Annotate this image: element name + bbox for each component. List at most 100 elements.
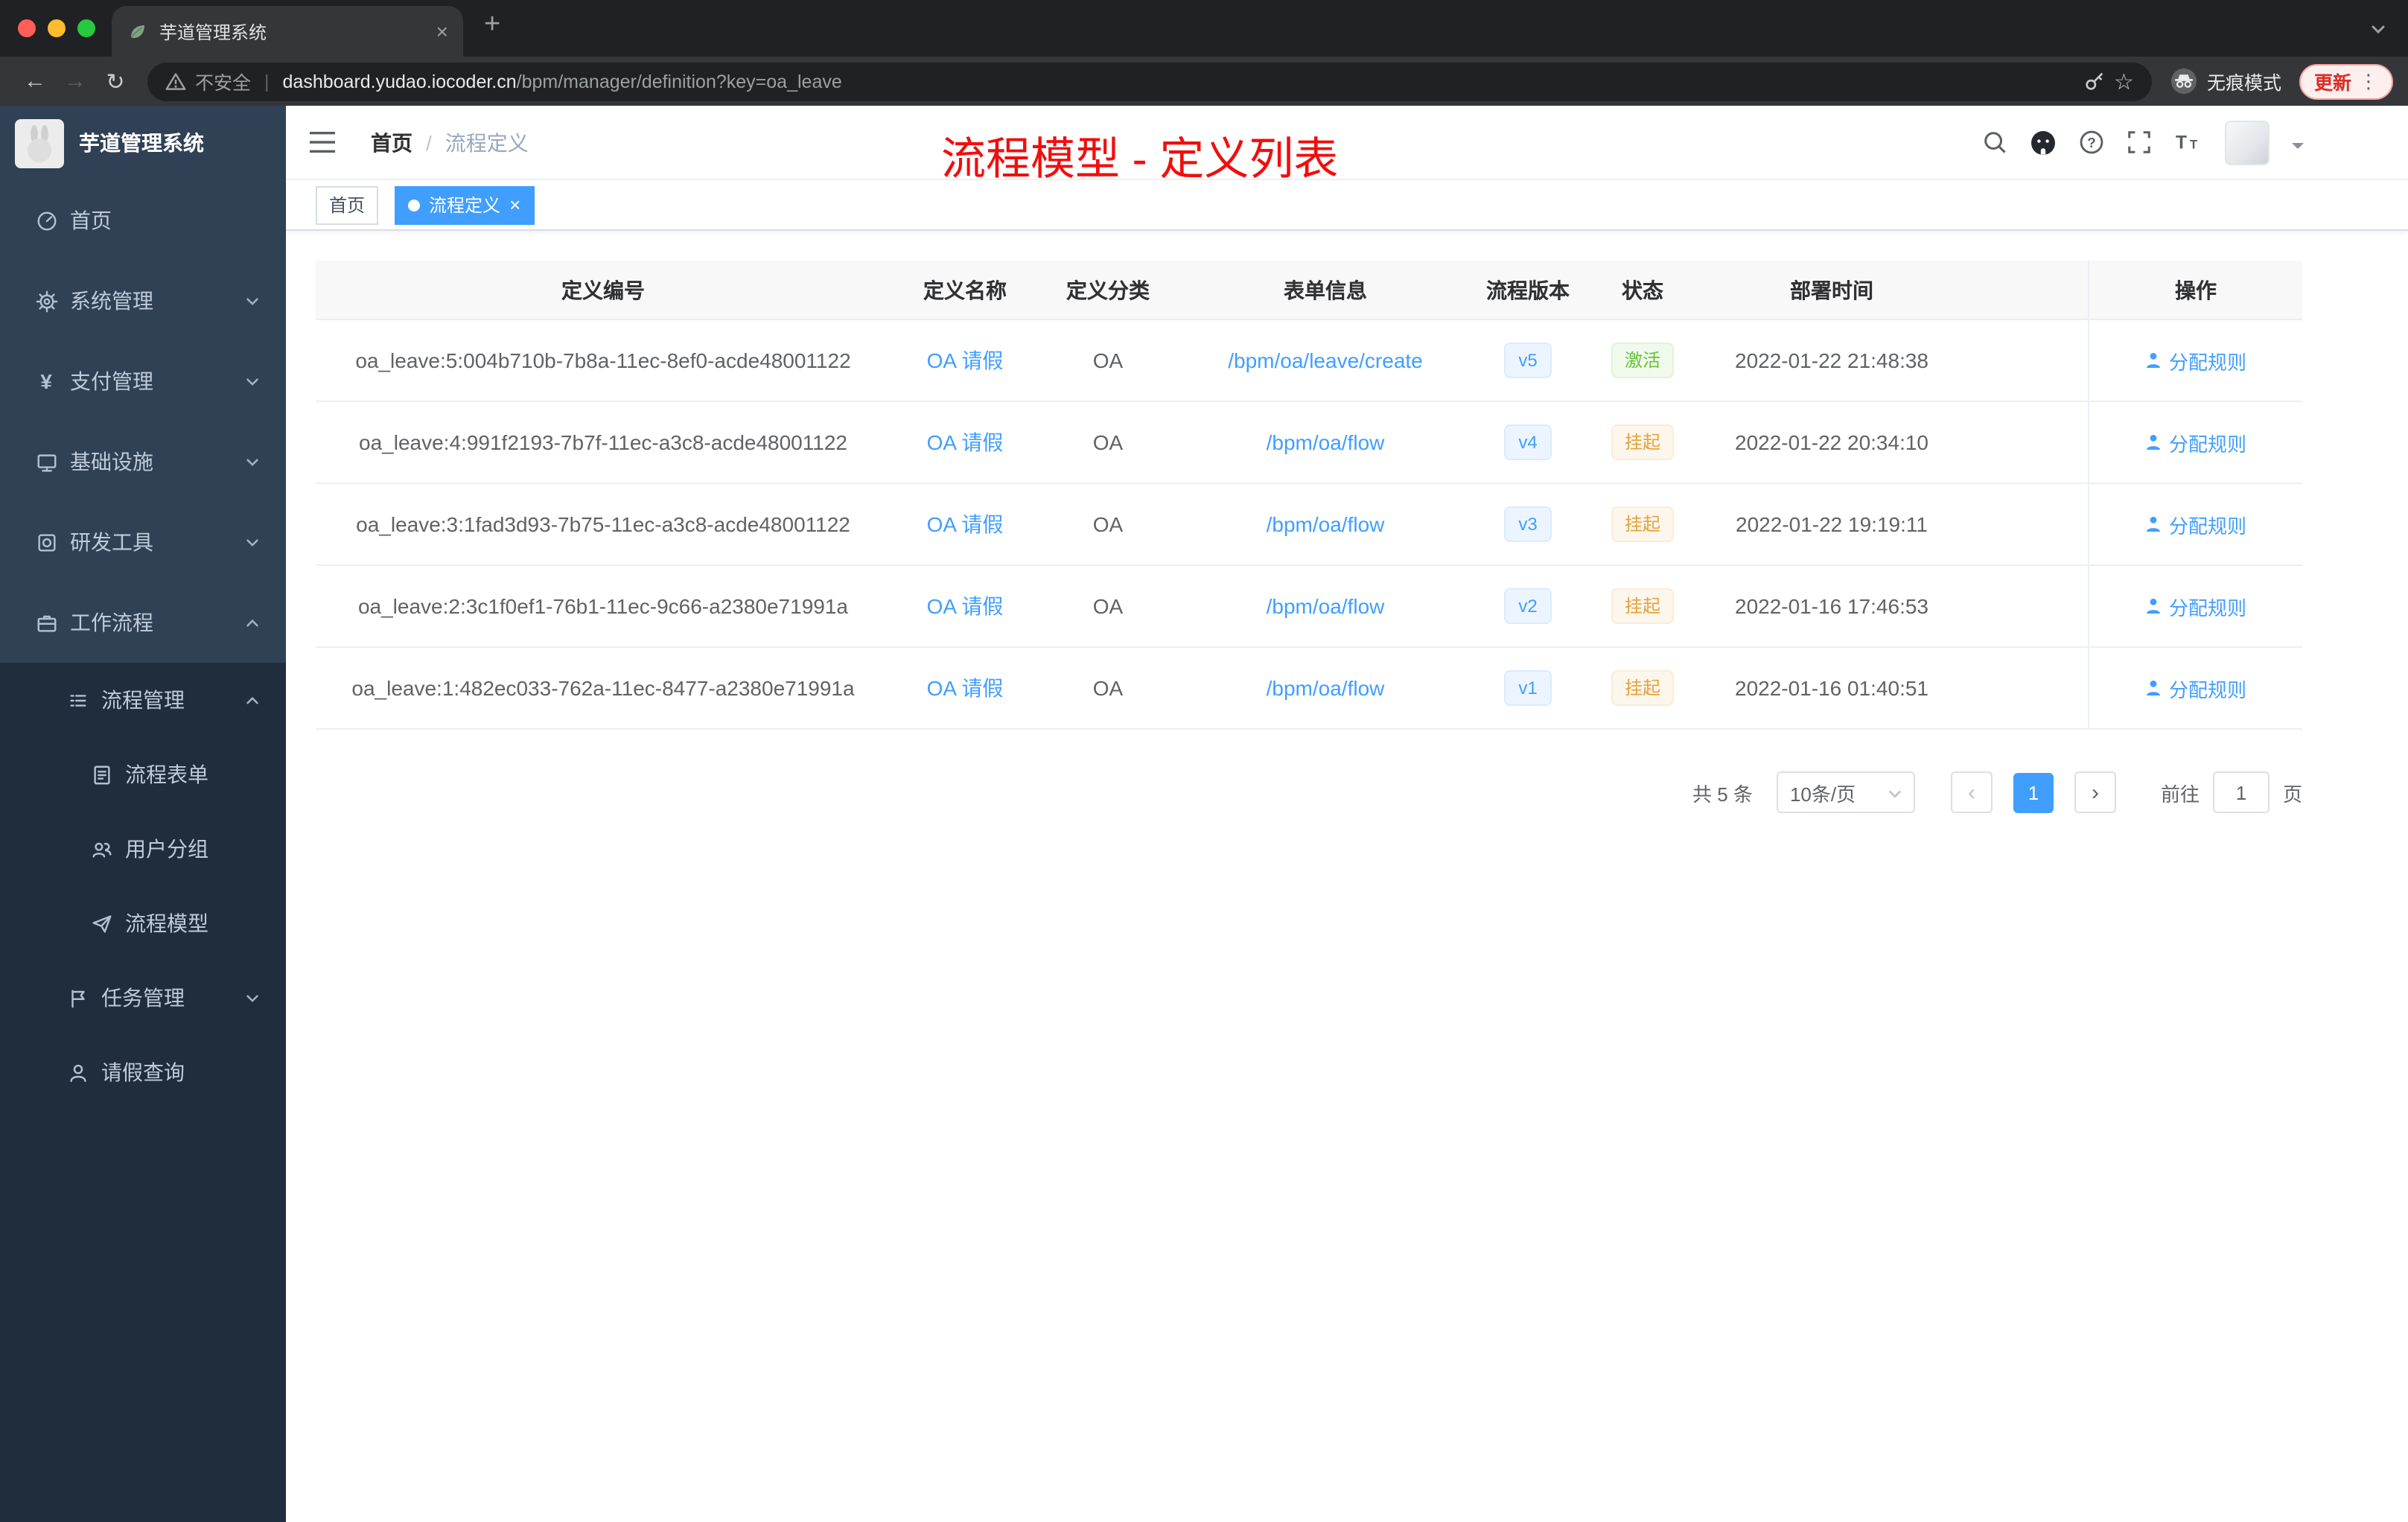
key-icon[interactable] xyxy=(2083,70,2105,92)
form-link[interactable]: /bpm/oa/flow xyxy=(1267,512,1385,536)
reload-button[interactable]: ↻ xyxy=(95,68,136,95)
font-size-icon[interactable]: TT xyxy=(2174,130,2202,155)
column-header: 操作 xyxy=(2088,261,2302,319)
url-host: dashboard.yudao.iocoder.cn xyxy=(282,71,517,92)
sidebar-filler xyxy=(0,1109,286,1522)
goto-label: 前往 xyxy=(2160,783,2200,805)
minimize-window-button[interactable] xyxy=(48,19,66,37)
sidebar-item[interactable]: 请假查询 xyxy=(0,1035,286,1109)
status-badge: 挂起 xyxy=(1611,670,1674,706)
cell-actions: 分配规则 xyxy=(2088,484,2302,564)
assign-rule-link[interactable]: 分配规则 xyxy=(2145,592,2246,620)
page-unit-label: 页 xyxy=(2282,783,2302,805)
sidebar-item[interactable]: 流程管理 xyxy=(0,663,286,737)
pagination-total: 共 5 条 xyxy=(1692,783,1753,805)
form-link[interactable]: /bpm/oa/flow xyxy=(1267,430,1385,454)
sidebar-item[interactable]: 任务管理 xyxy=(0,961,286,1035)
zoom-window-button[interactable] xyxy=(77,19,95,37)
tag-close-icon[interactable]: × xyxy=(509,195,520,214)
assign-rule-link[interactable]: 分配规则 xyxy=(2145,674,2246,702)
cell-form-info: /bpm/oa/flow xyxy=(1176,430,1474,454)
warning-triangle-icon xyxy=(165,71,186,92)
form-link[interactable]: /bpm/oa/flow xyxy=(1267,676,1385,700)
table-row: oa_leave:2:3c1f0ef1-76b1-11ec-9c66-a2380… xyxy=(316,566,2302,648)
cell-actions: 分配规则 xyxy=(2088,648,2302,728)
assign-rule-link[interactable]: 分配规则 xyxy=(2145,346,2246,375)
update-label: 更新 xyxy=(2313,73,2351,94)
tab-title: 芋道管理系统 xyxy=(159,22,267,42)
sidebar-item[interactable]: 首页 xyxy=(0,180,286,261)
yen-icon: ¥ xyxy=(40,369,52,393)
prev-page-button[interactable]: ‹ xyxy=(1950,771,1993,813)
browser-update-button[interactable]: 更新 ⋮ xyxy=(2299,63,2393,99)
cell-category: OA xyxy=(1092,512,1124,536)
assign-rule-link[interactable]: 分配规则 xyxy=(2145,510,2246,538)
definition-name-link[interactable]: OA 请假 xyxy=(927,676,1004,700)
user-avatar[interactable] xyxy=(2225,120,2270,165)
breadcrumb-home-link[interactable]: 首页 xyxy=(371,127,413,157)
active-tag-dot xyxy=(408,199,421,211)
fullscreen-icon[interactable] xyxy=(2127,130,2152,155)
definition-name-link[interactable]: OA 请假 xyxy=(927,512,1004,536)
cell-category: OA xyxy=(1092,594,1124,618)
sidebar-item[interactable]: 用户分组 xyxy=(0,812,286,886)
menu-kebab-icon[interactable]: ⋮ xyxy=(2359,69,2378,93)
column-header: 表单信息 xyxy=(1284,278,1367,302)
sidebar-item[interactable]: 系统管理 xyxy=(0,261,286,341)
back-button[interactable]: ← xyxy=(15,69,55,94)
cell-version: v3 xyxy=(1474,506,1582,542)
forward-button[interactable]: → xyxy=(55,69,95,94)
sidebar-item[interactable]: 工作流程 xyxy=(0,582,286,663)
chevron-down-icon xyxy=(244,534,261,550)
briefcase-icon xyxy=(34,611,58,634)
svg-text:?: ? xyxy=(2087,136,2096,151)
sidebar-item[interactable]: ¥ 支付管理 xyxy=(0,341,286,421)
cell-deploy-time: 2022-01-22 21:48:38 xyxy=(1735,348,1928,372)
tab-search-chevron-icon[interactable] xyxy=(2369,19,2387,46)
cell-status: 激活 xyxy=(1582,343,1704,378)
search-icon[interactable] xyxy=(1982,130,2007,155)
definition-name-link[interactable]: OA 请假 xyxy=(927,430,1004,454)
monitor-icon xyxy=(34,450,58,474)
gear-icon xyxy=(34,289,58,313)
sidebar-item[interactable]: 流程表单 xyxy=(0,737,286,812)
form-link[interactable]: /bpm/oa/flow xyxy=(1267,594,1385,618)
tab-close-icon[interactable]: × xyxy=(436,21,448,42)
sidebar-item[interactable]: 流程模型 xyxy=(0,886,286,961)
definition-name-link[interactable]: OA 请假 xyxy=(927,594,1004,618)
select-chevron-down-icon xyxy=(1887,786,1903,803)
sidebar-item-label: 流程模型 xyxy=(125,911,208,935)
sidebar-item[interactable]: 基础设施 xyxy=(0,421,286,502)
goto-page-input[interactable] xyxy=(2212,771,2270,813)
form-link[interactable]: /bpm/oa/leave/create xyxy=(1228,348,1423,372)
svg-text:T: T xyxy=(2190,138,2198,152)
cell-status: 挂起 xyxy=(1582,670,1704,706)
cell-form-info: /bpm/oa/leave/create xyxy=(1176,348,1474,372)
avatar-caret-down-icon[interactable] xyxy=(2292,143,2304,155)
page-size-select[interactable]: 10条/页 xyxy=(1776,771,1915,813)
version-tag: v1 xyxy=(1503,670,1552,706)
new-tab-button[interactable]: + xyxy=(484,10,500,39)
version-tag: v3 xyxy=(1503,506,1552,542)
next-page-button[interactable]: › xyxy=(2074,771,2116,813)
sidebar-item[interactable]: 研发工具 xyxy=(0,502,286,582)
bookmark-star-icon[interactable]: ☆ xyxy=(2114,68,2134,95)
help-icon[interactable]: ? xyxy=(2079,130,2104,155)
chevron-down-icon xyxy=(244,373,261,389)
column-header: 流程版本 xyxy=(1486,278,1570,302)
definition-name-link[interactable]: OA 请假 xyxy=(927,348,1004,372)
browser-tab[interactable]: 芋道管理系统 × xyxy=(112,6,463,57)
tag-active[interactable]: 流程定义 × xyxy=(395,185,535,224)
person-icon xyxy=(2145,351,2163,369)
incognito-label: 无痕模式 xyxy=(2206,73,2281,94)
tag-item[interactable]: 首页 xyxy=(316,185,379,224)
address-bar[interactable]: 不安全 | dashboard.yudao.iocoder.cn/bpm/man… xyxy=(147,62,2152,101)
column-header: 部署时间 xyxy=(1790,278,1873,302)
status-badge: 挂起 xyxy=(1611,506,1674,542)
sidebar-collapse-button[interactable] xyxy=(286,130,371,155)
user-icon xyxy=(66,1060,89,1084)
github-icon[interactable] xyxy=(2030,129,2057,156)
assign-rule-link[interactable]: 分配规则 xyxy=(2145,428,2246,456)
current-page-button[interactable]: 1 xyxy=(2013,772,2054,812)
close-window-button[interactable] xyxy=(18,19,36,37)
